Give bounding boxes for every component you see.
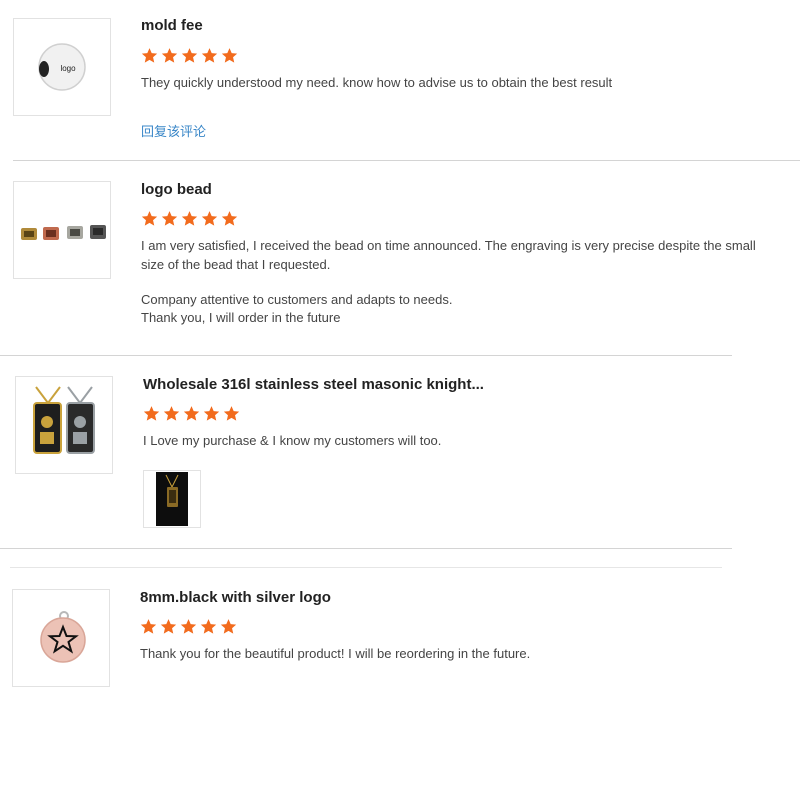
star-icon	[143, 405, 160, 422]
product-thumbnail[interactable]	[12, 589, 110, 687]
logo-text: logo	[60, 64, 76, 73]
reply-link[interactable]: 回复该评论	[141, 121, 206, 140]
star-icon	[221, 47, 238, 64]
review-item: logo mold fee They quickly understood my…	[0, 0, 800, 160]
star-rating	[141, 47, 238, 64]
star-rating	[143, 405, 240, 422]
star-rating	[140, 618, 237, 635]
star-icon	[161, 210, 178, 227]
review-text: They quickly understood my need. know ho…	[141, 75, 613, 90]
star-icon	[181, 47, 198, 64]
star-icon	[203, 405, 220, 422]
star-icon	[163, 405, 180, 422]
pendant-image	[33, 386, 95, 454]
review-text: Company attentive to customers and adapt…	[141, 292, 453, 307]
customer-photo-image	[156, 472, 188, 526]
star-icon	[200, 618, 217, 635]
star-rating	[141, 210, 238, 227]
star-icon	[221, 210, 238, 227]
divider	[0, 548, 732, 549]
bead-logo-image: logo	[38, 43, 86, 91]
star-icon	[161, 47, 178, 64]
star-icon	[183, 405, 200, 422]
review-item: 8mm.black with silver logo Thank you for…	[0, 568, 800, 718]
review-photo[interactable]	[143, 470, 201, 528]
product-thumbnail[interactable]: logo	[13, 18, 111, 116]
review-title[interactable]: 8mm.black with silver logo	[140, 589, 331, 606]
review-title[interactable]: logo bead	[141, 181, 212, 198]
star-icon	[180, 618, 197, 635]
review-title[interactable]: mold fee	[141, 17, 203, 34]
star-charm-image	[40, 611, 86, 663]
review-text: size of the bead that I requested.	[141, 257, 331, 272]
star-icon	[141, 47, 158, 64]
star-icon	[140, 618, 157, 635]
review-text: I am very satisfied, I received the bead…	[141, 238, 756, 253]
review-text: I Love my purchase & I know my customers…	[143, 433, 442, 448]
review-title[interactable]: Wholesale 316l stainless steel masonic k…	[143, 376, 484, 393]
star-icon	[220, 618, 237, 635]
star-icon	[201, 47, 218, 64]
review-text: Thank you for the beautiful product! I w…	[140, 646, 531, 661]
product-thumbnail[interactable]	[15, 376, 113, 474]
star-icon	[201, 210, 218, 227]
review-text: Thank you, I will order in the future	[141, 310, 341, 325]
review-item: Wholesale 316l stainless steel masonic k…	[0, 356, 800, 548]
beads-image	[21, 225, 106, 240]
star-icon	[223, 405, 240, 422]
review-item: logo bead I am very satisfied, I receive…	[0, 161, 800, 355]
product-thumbnail[interactable]	[13, 181, 111, 279]
star-icon	[181, 210, 198, 227]
star-icon	[160, 618, 177, 635]
star-icon	[141, 210, 158, 227]
